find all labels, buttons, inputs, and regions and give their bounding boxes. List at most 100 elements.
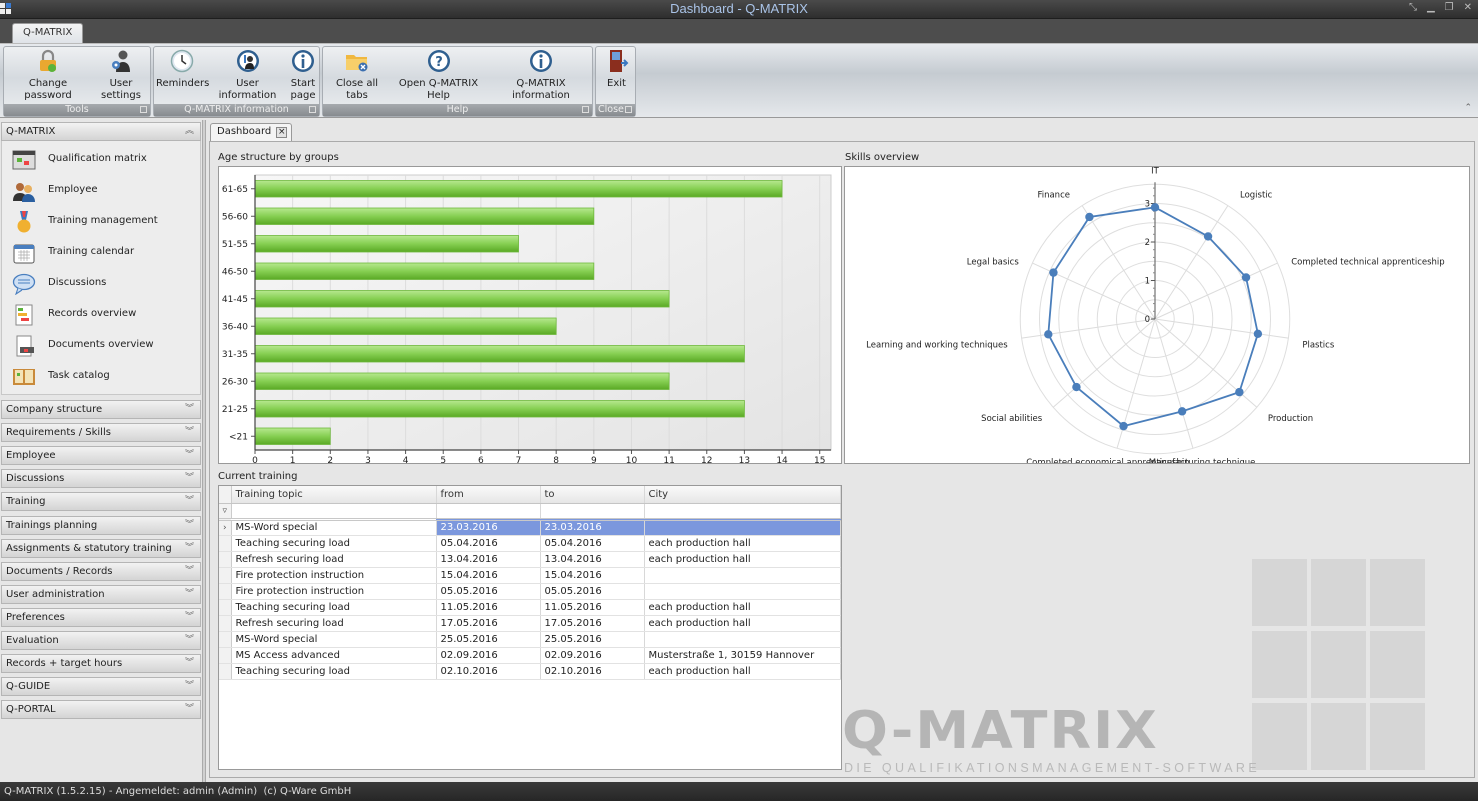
- cell-city[interactable]: each production hall: [644, 663, 841, 680]
- sidebar-section-training[interactable]: Training ︾: [1, 492, 201, 512]
- sidebar-section-assignments-statutory-training[interactable]: Assignments & statutory training ︾: [1, 538, 201, 558]
- table-row[interactable]: MS Access advanced 02.09.2016 02.09.2016 Mu…: [219, 647, 841, 664]
- sidebar-item-discussions[interactable]: Discussions: [2, 270, 200, 298]
- cell-from[interactable]: 17.05.2016: [436, 615, 541, 632]
- dialog-launcher-icon[interactable]: .: [582, 106, 589, 113]
- sidebar-item-records-overview[interactable]: Records overview: [2, 301, 200, 329]
- sidebar-section-discussions[interactable]: Discussions ︾: [1, 469, 201, 489]
- dialog-launcher-icon[interactable]: .: [140, 106, 147, 113]
- row-indicator[interactable]: [219, 551, 232, 568]
- sidebar-section-records-target-hours[interactable]: Records + target hours ︾: [1, 654, 201, 674]
- dialog-launcher-icon[interactable]: .: [625, 106, 632, 113]
- close-all-tabs-button[interactable]: Close all tabs: [325, 49, 389, 102]
- sidebar-splitter[interactable]: [202, 120, 206, 782]
- row-indicator[interactable]: [219, 631, 232, 648]
- filter-cell-city[interactable]: [644, 503, 841, 521]
- sidebar-item-employee[interactable]: Employee: [2, 177, 200, 205]
- sidebar-item-documents-overview[interactable]: Documents overview: [2, 332, 200, 360]
- cell-to[interactable]: 13.04.2016: [540, 551, 645, 568]
- sidebar-section-preferences[interactable]: Preferences ︾: [1, 607, 201, 627]
- change-password-button[interactable]: Change password: [6, 49, 90, 102]
- cell-to[interactable]: 02.10.2016: [540, 663, 645, 680]
- cell-training-topic[interactable]: MS-Word special: [231, 519, 437, 536]
- cell-from[interactable]: 05.04.2016: [436, 535, 541, 552]
- exit-button[interactable]: Exit: [598, 49, 635, 90]
- cell-training-topic[interactable]: Fire protection instruction: [231, 583, 437, 600]
- ribbon-tab-q-matrix[interactable]: Q-MATRIX: [12, 23, 84, 43]
- sidebar-section-company-structure[interactable]: Company structure ︾: [1, 400, 201, 419]
- cell-to[interactable]: 02.09.2016: [540, 647, 645, 664]
- cell-from[interactable]: 02.10.2016: [436, 663, 541, 680]
- table-row[interactable]: Teaching securing load 11.05.2016 11.05.20…: [219, 599, 841, 616]
- column-header-to[interactable]: to: [540, 486, 645, 504]
- table-row[interactable]: Fire protection instruction 15.04.2016 15.…: [219, 567, 841, 584]
- filter-cell-from[interactable]: [436, 503, 541, 521]
- collapse-ribbon-icon[interactable]: ⌃: [1464, 103, 1472, 113]
- cell-to[interactable]: 15.04.2016: [540, 567, 645, 584]
- cell-city[interactable]: [644, 583, 841, 600]
- start-page-button[interactable]: Start page: [287, 49, 319, 102]
- sidebar-header-q-matrix[interactable]: Q-MATRIX ︽: [1, 122, 201, 141]
- cell-city[interactable]: each production hall: [644, 551, 841, 568]
- table-row[interactable]: Teaching securing load 05.04.2016 05.04.20…: [219, 535, 841, 552]
- sidebar-section-evaluation[interactable]: Evaluation ︾: [1, 631, 201, 650]
- cell-training-topic[interactable]: Refresh securing load: [231, 615, 437, 632]
- sidebar-section-employee[interactable]: Employee ︾: [1, 446, 201, 466]
- column-header-city[interactable]: City: [644, 486, 841, 504]
- user-settings-button[interactable]: User settings: [90, 49, 152, 102]
- cell-training-topic[interactable]: Fire protection instruction: [231, 567, 437, 584]
- cell-from[interactable]: 05.05.2016: [436, 583, 541, 600]
- column-header-from[interactable]: from: [436, 486, 541, 504]
- cell-from[interactable]: 11.05.2016: [436, 599, 541, 616]
- table-row[interactable]: Refresh securing load 17.05.2016 17.05.201…: [219, 615, 841, 632]
- cell-training-topic[interactable]: Teaching securing load: [231, 535, 437, 552]
- cell-city[interactable]: each production hall: [644, 599, 841, 616]
- cell-city[interactable]: Musterstraße 1, 30159 Hannover: [644, 647, 841, 664]
- cell-city[interactable]: [644, 631, 841, 648]
- table-row[interactable]: › MS-Word special 23.03.2016 23.03.2016: [219, 519, 841, 536]
- cell-training-topic[interactable]: MS-Word special: [231, 631, 437, 648]
- sidebar-section-q-guide[interactable]: Q-GUIDE ︾: [1, 677, 201, 697]
- sidebar-section-trainings-planning[interactable]: Trainings planning ︾: [1, 515, 201, 535]
- cell-to[interactable]: 05.05.2016: [540, 583, 645, 600]
- cell-city[interactable]: [644, 519, 841, 536]
- user-information-button[interactable]: User information: [209, 49, 286, 102]
- cell-from[interactable]: 23.03.2016: [436, 519, 541, 536]
- sidebar-item-qualification-matrix[interactable]: Qualification matrix: [2, 146, 200, 174]
- cell-to[interactable]: 05.04.2016: [540, 535, 645, 552]
- cell-from[interactable]: 02.09.2016: [436, 647, 541, 664]
- cell-to[interactable]: 23.03.2016: [540, 519, 645, 536]
- cell-training-topic[interactable]: Teaching securing load: [231, 599, 437, 616]
- cell-city[interactable]: [644, 567, 841, 584]
- tab-dashboard[interactable]: Dashboard ×: [210, 123, 293, 141]
- table-row[interactable]: Fire protection instruction 05.05.2016 05.…: [219, 583, 841, 600]
- restore-size-icon[interactable]: ⤡: [1409, 2, 1417, 13]
- cell-training-topic[interactable]: Refresh securing load: [231, 551, 437, 568]
- dialog-launcher-icon[interactable]: .: [309, 106, 316, 113]
- filter-cell-to[interactable]: [540, 503, 645, 521]
- sidebar-section-requirements-skills[interactable]: Requirements / Skills ︾: [1, 423, 201, 443]
- cell-from[interactable]: 13.04.2016: [436, 551, 541, 568]
- cell-to[interactable]: 11.05.2016: [540, 599, 645, 616]
- sidebar-section-q-portal[interactable]: Q-PORTAL ︾: [1, 700, 201, 720]
- cell-training-topic[interactable]: MS Access advanced: [231, 647, 437, 664]
- row-indicator[interactable]: [219, 647, 232, 664]
- minimize-icon[interactable]: ▁: [1427, 2, 1435, 13]
- cell-to[interactable]: 17.05.2016: [540, 615, 645, 632]
- sidebar-item-training-management[interactable]: Training management: [2, 208, 200, 236]
- cell-training-topic[interactable]: Teaching securing load: [231, 663, 437, 680]
- row-indicator[interactable]: [219, 615, 232, 632]
- column-header-training-topic[interactable]: Training topic: [231, 486, 437, 504]
- qmatrix-information-button[interactable]: Q-MATRIX information: [489, 49, 593, 102]
- cell-city[interactable]: each production hall: [644, 535, 841, 552]
- close-icon[interactable]: ✕: [1464, 2, 1472, 13]
- row-pointer-icon[interactable]: ›: [219, 519, 232, 536]
- cell-to[interactable]: 25.05.2016: [540, 631, 645, 648]
- row-indicator[interactable]: [219, 663, 232, 680]
- sidebar-section-documents-records[interactable]: Documents / Records ︾: [1, 561, 201, 581]
- row-indicator[interactable]: [219, 567, 232, 584]
- close-tab-icon[interactable]: ×: [276, 127, 288, 138]
- reminders-button[interactable]: Reminders: [156, 49, 209, 90]
- cell-from[interactable]: 25.05.2016: [436, 631, 541, 648]
- maximize-icon[interactable]: ❐: [1445, 2, 1454, 13]
